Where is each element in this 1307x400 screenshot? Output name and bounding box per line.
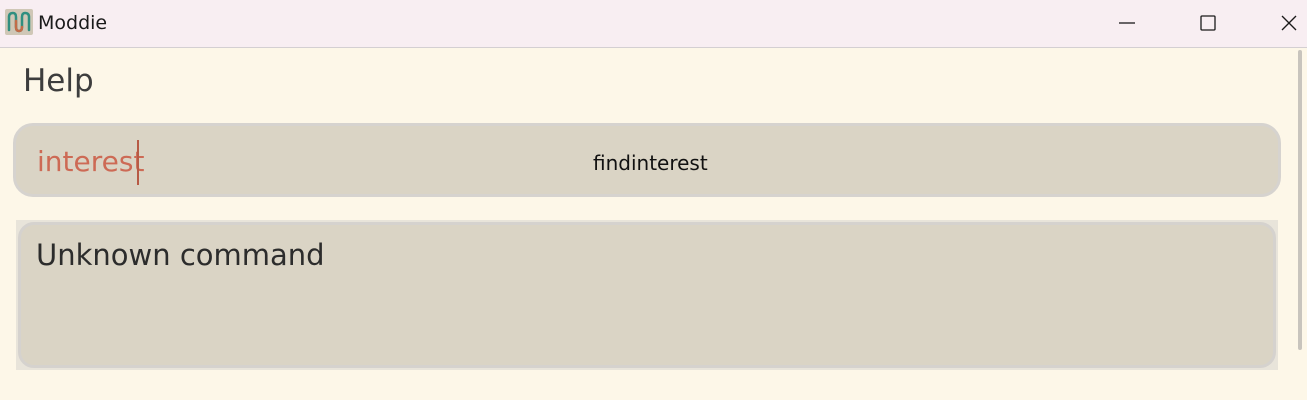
close-icon	[1281, 15, 1297, 31]
minimize-button[interactable]	[1104, 0, 1150, 46]
command-input-box[interactable]: interest findinterest	[13, 123, 1281, 197]
minimize-icon	[1119, 22, 1135, 24]
command-input-value[interactable]: interest	[37, 144, 144, 180]
maximize-button[interactable]	[1185, 0, 1231, 46]
moddie-logo-icon	[5, 9, 33, 35]
maximize-icon	[1200, 15, 1216, 31]
vertical-scrollbar[interactable]	[1298, 50, 1302, 350]
help-heading[interactable]: Help	[23, 62, 94, 100]
result-message: Unknown command	[36, 238, 325, 272]
text-caret	[137, 140, 139, 185]
window-title: Moddie	[38, 12, 108, 34]
result-display-box: Unknown command	[18, 222, 1276, 368]
close-button[interactable]	[1266, 0, 1307, 46]
title-bar: Moddie	[0, 0, 1307, 48]
command-suggestion[interactable]: findinterest	[593, 151, 708, 175]
result-panel: Unknown command	[16, 220, 1278, 370]
